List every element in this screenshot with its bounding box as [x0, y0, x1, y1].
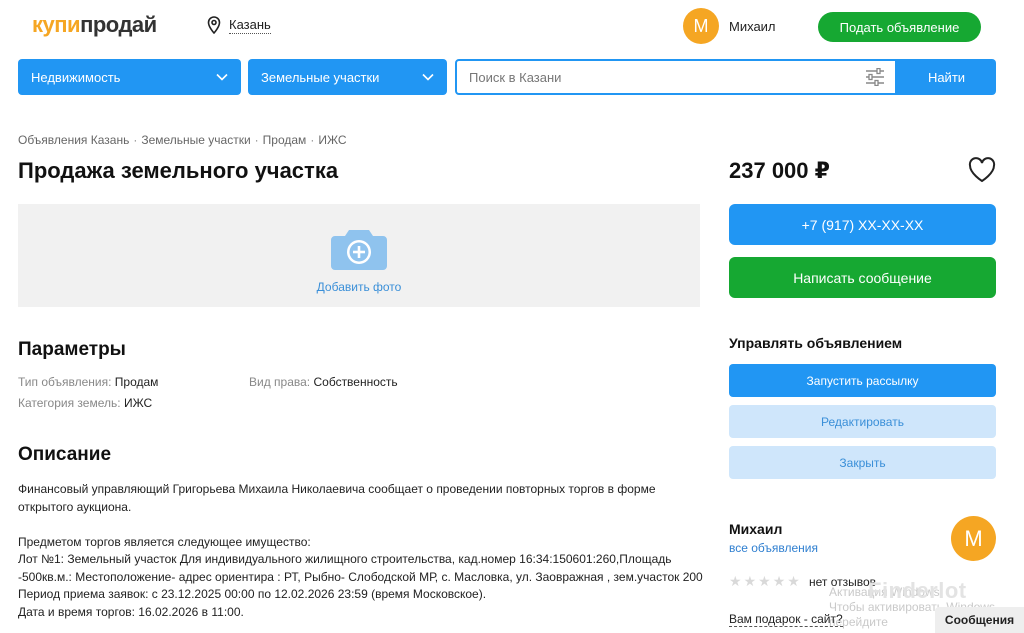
price: 237 000 ₽: [729, 158, 830, 183]
gift-link[interactable]: Вам подарок - сайт?: [729, 612, 843, 627]
param-value: Продам: [114, 375, 159, 389]
start-mailing-button[interactable]: Запустить рассылку: [729, 364, 996, 397]
edit-button[interactable]: Редактировать: [729, 405, 996, 438]
chevron-down-icon: [216, 73, 228, 81]
add-photo-area[interactable]: Добавить фото: [18, 204, 700, 307]
user-avatar[interactable]: М: [683, 8, 719, 44]
page-title: Продажа земельного участка: [18, 158, 339, 183]
description-text: Финансовый управляющий Григорьева Михаил…: [18, 481, 708, 633]
manage-heading: Управлять объявлением: [729, 335, 903, 351]
show-phone-button[interactable]: +7 (917) XX-XX-XX: [729, 204, 996, 245]
search-input[interactable]: Поиск в Казани: [469, 70, 865, 85]
filter-settings-icon[interactable]: [865, 68, 885, 86]
param-value: ИЖС: [123, 396, 153, 410]
user-name[interactable]: Михаил: [729, 19, 776, 34]
breadcrumb-item[interactable]: ИЖС: [318, 133, 346, 147]
star-icon: ★: [729, 573, 742, 589]
watermark: Finderlot: [868, 578, 967, 603]
category-select[interactable]: Недвижимость: [18, 59, 241, 95]
breadcrumb-item[interactable]: Земельные участки: [141, 133, 250, 147]
heart-icon[interactable]: [968, 157, 996, 183]
star-icon: ★: [758, 573, 771, 589]
param-ad-type: Тип объявления: Продам: [18, 375, 158, 389]
chevron-down-icon: [422, 73, 434, 81]
write-message-button[interactable]: Написать сообщение: [729, 257, 996, 298]
camera-plus-icon: [331, 230, 387, 270]
add-photo-label: Добавить фото: [316, 280, 402, 294]
messages-tab[interactable]: Сообщения: [935, 607, 1024, 633]
param-key: Категория земель:: [18, 396, 121, 410]
breadcrumb-separator: ·: [133, 133, 138, 147]
subcategory-select[interactable]: Земельные участки: [248, 59, 447, 95]
breadcrumb-item[interactable]: Объявления Казань: [18, 133, 129, 147]
site-logo[interactable]: купипродай: [32, 12, 157, 38]
breadcrumb-separator: ·: [310, 133, 315, 147]
description-paragraph: Предметом торгов является следующее имущ…: [18, 534, 703, 619]
search-button[interactable]: Найти: [897, 59, 996, 95]
description-paragraph: Финансовый управляющий Григорьева Михаил…: [18, 482, 656, 514]
search-field[interactable]: Поиск в Казани: [455, 59, 897, 95]
city-name[interactable]: Казань: [229, 17, 271, 34]
city-selector[interactable]: Казань: [207, 16, 271, 34]
seller-name: Михаил: [729, 521, 783, 537]
seller-all-ads-link[interactable]: все объявления: [729, 541, 818, 555]
param-value: Собственность: [313, 375, 398, 389]
param-right-type: Вид права: Собственность: [249, 375, 398, 389]
logo-part-1: купи: [32, 12, 81, 37]
param-key: Вид права:: [249, 375, 311, 389]
subcategory-select-label: Земельные участки: [261, 69, 380, 85]
star-icon: ★: [743, 573, 757, 589]
location-pin-icon: [207, 16, 221, 34]
param-key: Тип объявления:: [18, 375, 112, 389]
breadcrumb-item[interactable]: Продам: [263, 133, 307, 147]
rating-stars: ★ ★ ★ ★ ★: [729, 574, 800, 588]
logo-part-2: продай: [80, 12, 157, 37]
seller-avatar[interactable]: М: [951, 516, 996, 561]
description-heading: Описание: [18, 444, 112, 465]
param-land-category: Категория земель: ИЖС: [18, 396, 152, 410]
close-ad-button[interactable]: Закрыть: [729, 446, 996, 479]
breadcrumb: Объявления Казань · Земельные участки · …: [18, 133, 347, 147]
star-icon: ★: [787, 573, 800, 589]
post-ad-button[interactable]: Подать объявление: [818, 12, 981, 42]
params-heading: Параметры: [18, 339, 126, 360]
category-select-label: Недвижимость: [31, 69, 121, 85]
star-icon: ★: [772, 573, 786, 589]
breadcrumb-separator: ·: [254, 133, 259, 147]
